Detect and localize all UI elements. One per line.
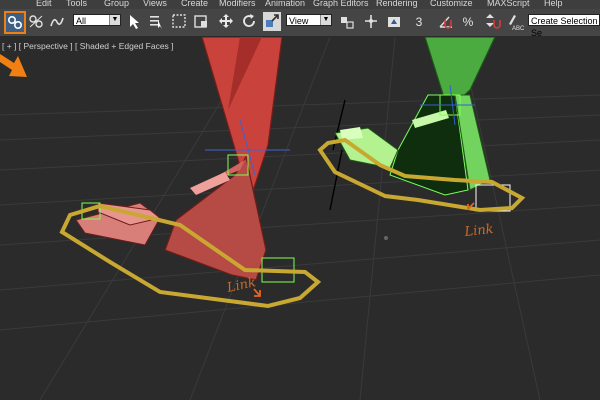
- chevron-down-icon: ▼: [109, 15, 120, 25]
- reference-coordinate-value: View: [289, 16, 309, 26]
- menu-bar: Edit Tools Group Views Create Modifiers …: [0, 0, 600, 9]
- edit-named-selection-button[interactable]: ABC: [506, 12, 525, 32]
- chevron-down-icon: ▼: [320, 15, 331, 25]
- select-by-name-button[interactable]: [147, 12, 165, 31]
- list-icon: [150, 16, 162, 29]
- select-and-rotate-button[interactable]: [240, 12, 258, 31]
- angle-snap-button[interactable]: [437, 12, 455, 31]
- link-annotation-left: Link: [225, 275, 258, 296]
- scene-canvas: Link Link: [0, 37, 600, 400]
- selection-filter-value: All: [76, 16, 87, 26]
- world-axis: [329, 99, 346, 211]
- percent-label: %: [462, 15, 474, 29]
- red-leg-object[interactable]: [75, 37, 295, 283]
- select-and-manipulate-button[interactable]: [362, 12, 380, 31]
- named-selection-input[interactable]: Create Selection Se: [528, 14, 600, 38]
- menu-modifiers[interactable]: Modifiers: [219, 0, 256, 9]
- menu-maxscript[interactable]: MAXScript: [487, 0, 530, 9]
- menu-tools[interactable]: Tools: [66, 0, 87, 9]
- menu-views[interactable]: Views: [143, 0, 167, 9]
- keyboard-shortcut-override-button[interactable]: [385, 12, 403, 31]
- named-selection-icon: ABC: [509, 15, 525, 32]
- window-crossing-icon: [194, 15, 207, 28]
- select-object-button[interactable]: [126, 12, 144, 31]
- menu-help[interactable]: Help: [544, 0, 563, 9]
- menu-group[interactable]: Group: [104, 0, 129, 9]
- grid-origin-marker: [384, 236, 388, 240]
- rectangle-selection-icon: [172, 14, 186, 28]
- svg-text:ABC: ABC: [512, 26, 524, 31]
- select-and-scale-button[interactable]: [263, 12, 281, 31]
- named-selection-placeholder: Create Selection Se: [531, 16, 598, 38]
- rotate-icon: [243, 14, 255, 27]
- keyboard-icon: [388, 17, 400, 27]
- angle-snap-icon: [439, 16, 452, 29]
- menu-rendering[interactable]: Rendering: [376, 0, 418, 9]
- pivot-center-button[interactable]: [338, 12, 356, 31]
- main-toolbar: All ▼ View ▼ 3 % ABC Create Selection Se: [0, 9, 600, 48]
- rectangular-selection-button[interactable]: [170, 12, 188, 31]
- menu-graph-editors[interactable]: Graph Editors: [313, 0, 369, 9]
- link-icon: [7, 15, 23, 30]
- snaps-toggle-button[interactable]: 3: [410, 12, 428, 48]
- menu-animation[interactable]: Animation: [265, 0, 305, 9]
- scale-icon: [266, 14, 279, 27]
- spinner-snap-button[interactable]: [483, 12, 501, 31]
- move-icon: [219, 14, 233, 28]
- selection-filter-dropdown[interactable]: All ▼: [73, 14, 121, 26]
- select-and-move-button[interactable]: [217, 12, 235, 31]
- unlink-selection-button[interactable]: [27, 12, 45, 31]
- menu-customize[interactable]: Customize: [430, 0, 473, 9]
- bind-space-warp-button[interactable]: [48, 12, 66, 31]
- pivot-center-icon: [341, 17, 354, 29]
- unlink-icon: [29, 15, 43, 28]
- select-and-link-button[interactable]: [4, 11, 26, 34]
- bind-space-warp-icon: [50, 17, 64, 27]
- link-annotation-right: Link: [463, 222, 495, 240]
- reference-coordinate-dropdown[interactable]: View ▼: [286, 14, 332, 26]
- menu-create[interactable]: Create: [181, 0, 208, 9]
- menu-edit[interactable]: Edit: [36, 0, 52, 9]
- perspective-viewport[interactable]: [ + ] [ Perspective ] [ Shaded + Edged F…: [0, 37, 600, 400]
- manipulate-icon: [365, 15, 377, 28]
- window-crossing-button[interactable]: [192, 12, 210, 31]
- percent-snap-button[interactable]: %: [459, 12, 477, 45]
- select-arrow-icon: [130, 15, 139, 29]
- spinner-snap-icon: [486, 14, 501, 29]
- snap-label: 3: [415, 15, 423, 29]
